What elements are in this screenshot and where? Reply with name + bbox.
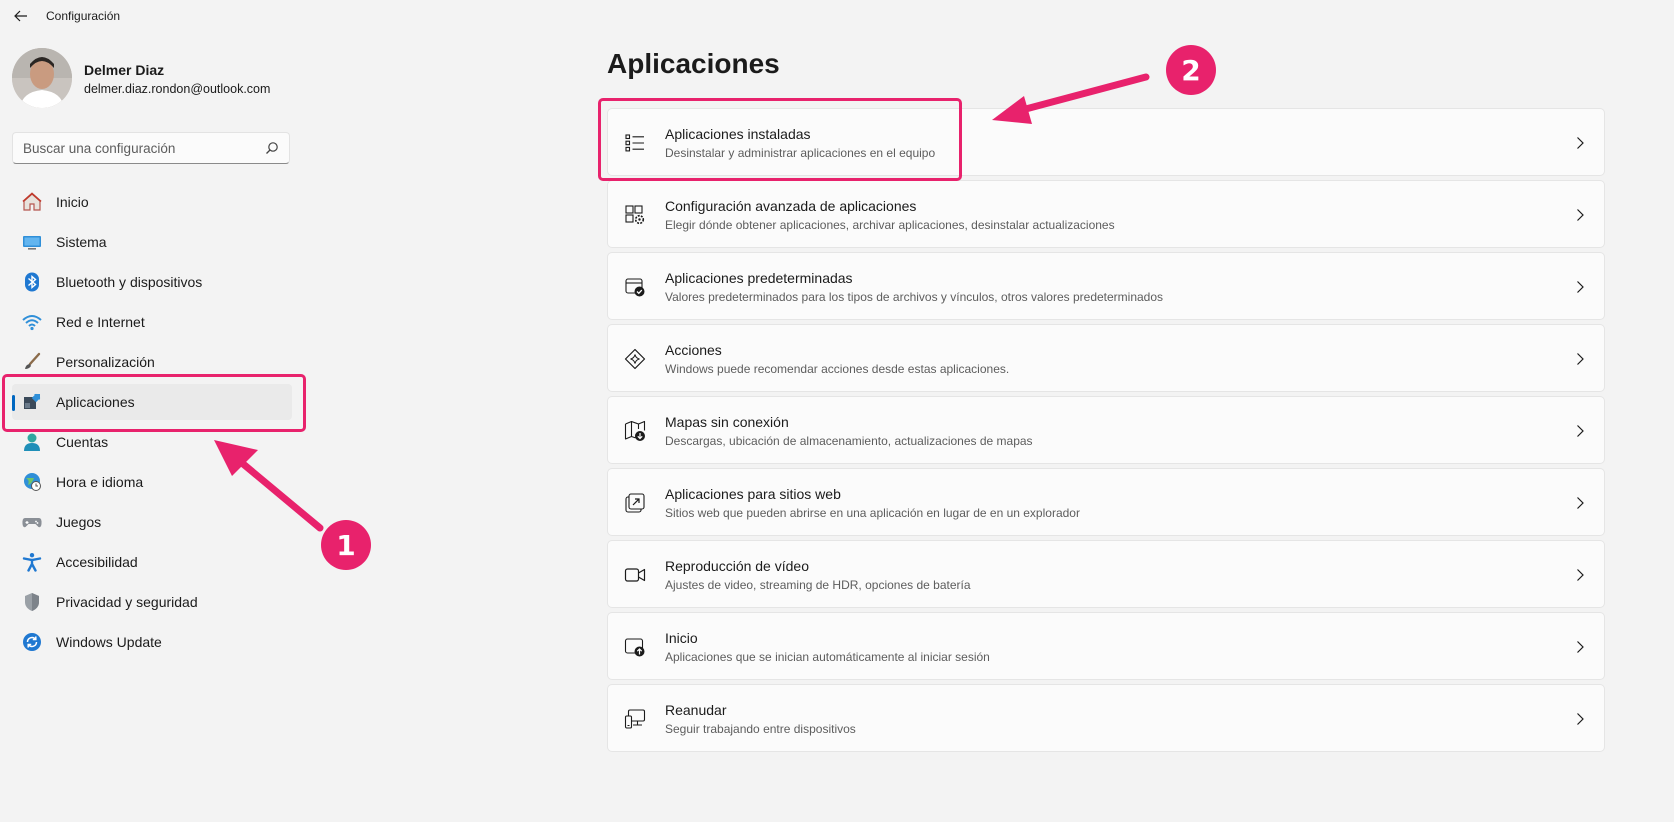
avatar: [12, 48, 72, 108]
card-inicio[interactable]: Inicio Aplicaciones que se inician autom…: [607, 612, 1605, 680]
bluetooth-icon: [25, 272, 39, 292]
sidebar-item-label: Inicio: [56, 194, 89, 210]
card-acciones[interactable]: Acciones Windows puede recomendar accion…: [607, 324, 1605, 392]
card-title: Reproducción de vídeo: [665, 558, 809, 574]
sidebar-item-hora[interactable]: Hora e idioma: [12, 464, 292, 500]
brush-icon: [25, 352, 41, 369]
profile-email: delmer.diaz.rondon@outlook.com: [84, 82, 271, 96]
profile-name: Delmer Diaz: [84, 62, 165, 78]
chevron-right-icon: [1577, 281, 1584, 293]
card-description: Seguir trabajando entre dispositivos: [665, 722, 856, 736]
devices-icon: [624, 709, 646, 729]
card-description: Sitios web que pueden abrirse en una apl…: [665, 506, 1080, 520]
gamepad-icon: [22, 518, 42, 528]
chevron-right-icon: [1577, 713, 1584, 725]
chevron-right-icon: [1577, 209, 1584, 221]
card-description: Elegir dónde obtener aplicaciones, archi…: [665, 218, 1115, 232]
window-title: Configuración: [46, 9, 121, 23]
card-title: Acciones: [665, 342, 722, 358]
update-icon: [23, 633, 41, 651]
sidebar-item-red[interactable]: Red e Internet: [12, 304, 292, 340]
chevron-right-icon: [1577, 497, 1584, 509]
card-mapas-sin-conexion[interactable]: Mapas sin conexión Descargas, ubicación …: [607, 396, 1605, 464]
sidebar-item-juegos[interactable]: Juegos: [12, 504, 292, 540]
sidebar-item-sistema[interactable]: Sistema: [12, 224, 292, 260]
sidebar-item-label: Hora e idioma: [56, 474, 144, 490]
card-aplicaciones-predeterminadas[interactable]: Aplicaciones predeterminadas Valores pre…: [607, 252, 1605, 320]
accessibility-icon: [22, 553, 42, 572]
card-reanudar[interactable]: Reanudar Seguir trabajando entre disposi…: [607, 684, 1605, 752]
card-description: Windows puede recomendar acciones desde …: [665, 362, 1010, 376]
card-title: Aplicaciones para sitios web: [665, 486, 841, 502]
sidebar-item-bluetooth[interactable]: Bluetooth y dispositivos: [12, 264, 292, 300]
chevron-right-icon: [1577, 353, 1584, 365]
card-description: Aplicaciones que se inician automáticame…: [665, 650, 990, 664]
video-icon: [624, 568, 646, 582]
chevron-right-icon: [1577, 569, 1584, 581]
annotation-badge-2: 2: [1166, 45, 1216, 95]
card-title: Reanudar: [665, 702, 727, 718]
sidebar-item-accesibilidad[interactable]: Accesibilidad: [12, 544, 292, 580]
card-reproduccion-video[interactable]: Reproducción de vídeo Ajustes de video, …: [607, 540, 1605, 608]
annotation-badge-1: 1: [321, 520, 371, 570]
sidebar-item-label: Red e Internet: [56, 314, 145, 330]
card-title: Aplicaciones predeterminadas: [665, 270, 853, 286]
map-download-icon: [624, 420, 646, 441]
title-bar: Configuración: [0, 0, 1674, 32]
sidebar-item-label: Windows Update: [56, 634, 162, 650]
sidebar-item-label: Sistema: [56, 234, 107, 250]
card-title: Mapas sin conexión: [665, 414, 789, 430]
search-icon: [266, 142, 278, 154]
sidebar-item-inicio[interactable]: Inicio: [12, 184, 292, 220]
sidebar-item-label: Privacidad y seguridad: [56, 594, 198, 610]
card-title: Inicio: [665, 630, 698, 646]
apps-gear-icon: [625, 205, 645, 225]
chevron-right-icon: [1577, 641, 1584, 653]
globe-clock-icon: [24, 473, 41, 491]
card-title: Configuración avanzada de aplicaciones: [665, 198, 917, 214]
card-aplicaciones-sitios-web[interactable]: Aplicaciones para sitios web Sitios web …: [607, 468, 1605, 536]
annotation-highlight-aplicaciones: [2, 374, 306, 432]
search-input[interactable]: [13, 133, 253, 163]
open-in-app-icon: [625, 493, 645, 513]
sidebar-item-label: Juegos: [56, 514, 102, 530]
settings-list: Aplicaciones instaladas Desinstalar y ad…: [607, 108, 1605, 756]
wifi-icon: [22, 315, 42, 331]
sidebar-item-label: Bluetooth y dispositivos: [56, 274, 203, 290]
page-title: Aplicaciones: [607, 48, 780, 79]
shield-icon: [25, 593, 39, 611]
user-profile[interactable]: Delmer Diaz delmer.diaz.rondon@outlook.c…: [12, 48, 312, 108]
sidebar-item-label: Cuentas: [56, 434, 109, 450]
default-apps-icon: [625, 278, 645, 297]
sidebar-item-label: Personalización: [56, 354, 155, 370]
card-configuracion-avanzada[interactable]: Configuración avanzada de aplicaciones E…: [607, 180, 1605, 248]
startup-icon: [624, 638, 645, 657]
annotation-highlight-aplicaciones-instaladas: [598, 98, 962, 181]
back-button[interactable]: [10, 5, 32, 27]
monitor-icon: [23, 236, 41, 250]
sidebar-item-label: Accesibilidad: [56, 554, 138, 570]
home-icon: [22, 192, 42, 211]
sidebar-item-privacidad[interactable]: Privacidad y seguridad: [12, 584, 292, 620]
sparkle-icon: [624, 348, 646, 370]
search-box[interactable]: [12, 132, 290, 164]
chevron-right-icon: [1577, 137, 1584, 149]
card-description: Ajustes de video, streaming de HDR, opci…: [665, 578, 971, 592]
card-description: Descargas, ubicación de almacenamiento, …: [665, 434, 1033, 448]
back-arrow-icon: [14, 10, 27, 22]
card-description: Valores predeterminados para los tipos d…: [665, 290, 1164, 304]
person-icon: [24, 433, 40, 451]
sidebar-item-windows-update[interactable]: Windows Update: [12, 624, 292, 660]
chevron-right-icon: [1577, 425, 1584, 437]
